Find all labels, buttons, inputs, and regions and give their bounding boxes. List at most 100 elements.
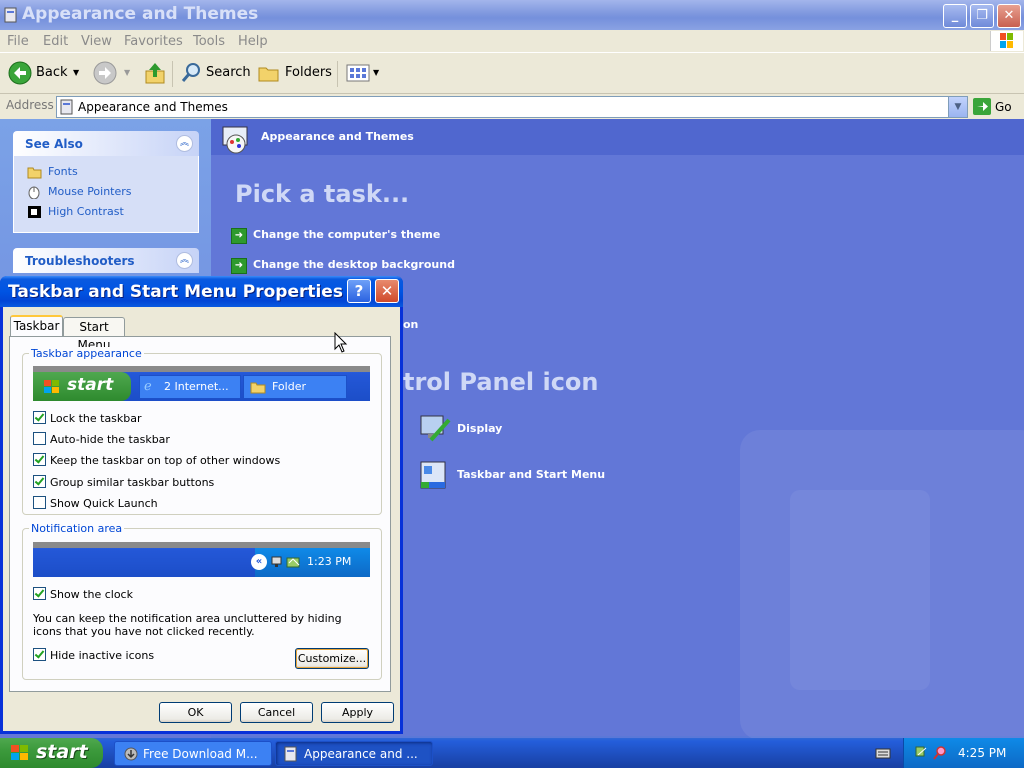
ie-icon: ℯ (144, 379, 152, 394)
back-dropdown-icon[interactable]: ▼ (73, 68, 79, 77)
forward-arrow-icon[interactable] (93, 61, 117, 85)
troubleshooters-header[interactable]: Troubleshooters ︽ (13, 248, 199, 273)
notification-area-label: Notification area (29, 522, 125, 535)
keep-on-top-checkbox[interactable]: Keep the taskbar on top of other windows (33, 453, 280, 467)
taskbar-clock: 4:25 PM (958, 746, 1007, 760)
start-button[interactable]: start (0, 738, 103, 768)
menu-help[interactable]: Help (238, 34, 268, 49)
display-cpl-link[interactable]: Display (419, 414, 619, 444)
taskbar-start-menu-icon (419, 460, 451, 492)
menu-file[interactable]: File (7, 34, 29, 49)
tab-taskbar[interactable]: Taskbar (10, 315, 63, 336)
sidebar-item-high-contrast[interactable]: High Contrast (27, 205, 124, 223)
go-arrow-icon[interactable] (973, 98, 991, 115)
address-dropdown-icon[interactable]: ▼ (948, 97, 967, 117)
close-button[interactable]: ✕ (997, 4, 1021, 28)
customize-button[interactable]: Customize... (295, 648, 369, 669)
help-button[interactable]: ? (347, 279, 371, 303)
task-partial-label[interactable]: on (403, 318, 418, 331)
dialog-title: Taskbar and Start Menu Properties (8, 282, 343, 302)
show-hidden-icons-icon: « (251, 554, 267, 570)
back-button[interactable]: Back (36, 65, 68, 80)
taskbar-start-menu-cpl-link[interactable]: Taskbar and Start Menu (419, 460, 639, 492)
keyboard-icon[interactable] (875, 746, 891, 760)
watermark-graphic (790, 490, 930, 690)
menu-view[interactable]: View (81, 34, 112, 49)
control-panel-icon (284, 746, 298, 762)
network-tray-icon[interactable] (914, 745, 930, 761)
maximize-button[interactable]: ❐ (970, 4, 994, 28)
toolbar-separator (172, 61, 173, 87)
lock-taskbar-checkbox[interactable]: Lock the taskbar (33, 411, 142, 425)
go-button[interactable]: Go (995, 100, 1012, 114)
menu-favorites[interactable]: Favorites (124, 34, 183, 49)
tab-start-menu[interactable]: Start Menu (63, 317, 125, 352)
control-panel-icon (4, 7, 18, 23)
collapse-chevron-icon[interactable]: ︽ (176, 252, 193, 269)
menu-bar: File Edit View Favorites Tools Help (0, 30, 1024, 53)
address-value: Appearance and Themes (78, 100, 228, 114)
quick-launch-checkbox[interactable]: Show Quick Launch (33, 496, 158, 510)
folders-icon[interactable] (258, 63, 280, 83)
see-also-panel: Fonts Mouse Pointers High Contrast (13, 156, 199, 233)
see-also-header[interactable]: See Also ︽ (13, 131, 199, 156)
minimize-button[interactable]: _ (943, 4, 967, 28)
apply-button[interactable]: Apply (321, 702, 394, 723)
mouse-icon (27, 185, 42, 200)
appearance-themes-icon (220, 124, 254, 156)
control-panel-icon-heading: trol Panel icon (403, 368, 599, 396)
collapse-chevron-icon[interactable]: ︽ (176, 135, 193, 152)
sidebar-item-fonts[interactable]: Fonts (27, 165, 78, 183)
notification-description: You can keep the notification area unclu… (33, 612, 342, 638)
auto-hide-checkbox[interactable]: Auto-hide the taskbar (33, 432, 170, 446)
cancel-button[interactable]: Cancel (240, 702, 313, 723)
back-arrow-icon[interactable] (8, 61, 32, 85)
notification-preview: « 1:23 PM (33, 542, 370, 577)
window-titlebar[interactable]: Appearance and Themes _ ❐ ✕ (0, 0, 1024, 30)
green-arrow-icon: ➜ (231, 258, 247, 274)
forward-dropdown-icon[interactable]: ▼ (124, 68, 130, 77)
toolbar-separator (337, 61, 338, 87)
content-header-title: Appearance and Themes (261, 130, 414, 143)
preview-tray: « 1:23 PM (251, 548, 370, 577)
ok-button[interactable]: OK (159, 702, 232, 723)
preview-start-button: start (33, 372, 131, 401)
dialog-close-button[interactable]: ✕ (375, 279, 399, 303)
up-folder-icon[interactable] (144, 61, 166, 85)
tray-app-icon (286, 555, 302, 569)
network-icon (271, 555, 285, 569)
taskbar-task-appearance[interactable]: Appearance and ... (275, 741, 433, 766)
search-icon[interactable] (180, 62, 202, 84)
address-input[interactable]: Appearance and Themes ▼ (56, 96, 968, 118)
address-label: Address (6, 98, 54, 112)
folder-icon (250, 380, 266, 394)
preview-task-folder: Folder (243, 375, 347, 399)
views-dropdown-icon[interactable]: ▼ (373, 68, 379, 77)
windows-logo-icon (43, 379, 61, 395)
taskbar-task-free-download[interactable]: Free Download M... (114, 741, 272, 766)
search-button[interactable]: Search (206, 65, 251, 80)
show-clock-checkbox[interactable]: Show the clock (33, 587, 133, 601)
sidebar-item-mouse-pointers[interactable]: Mouse Pointers (27, 185, 132, 203)
pick-task-heading: Pick a task... (235, 180, 410, 208)
display-icon (419, 414, 451, 444)
window-title: Appearance and Themes (22, 4, 259, 24)
system-tray: 4:25 PM (903, 738, 1024, 768)
search-tray-icon[interactable] (932, 745, 948, 761)
menu-edit[interactable]: Edit (43, 34, 68, 49)
taskbar-preview: start ℯ 2 Internet... Folder (33, 366, 370, 401)
folder-icon (27, 165, 42, 179)
menu-tools[interactable]: Tools (193, 34, 225, 49)
control-panel-icon (60, 99, 74, 115)
download-manager-icon (123, 746, 139, 762)
folders-button[interactable]: Folders (285, 65, 332, 80)
hide-inactive-checkbox[interactable]: Hide inactive icons (33, 648, 154, 662)
mouse-cursor-icon (334, 331, 348, 354)
group-buttons-checkbox[interactable]: Group similar taskbar buttons (33, 475, 214, 489)
preview-task-internet: ℯ 2 Internet... (139, 375, 241, 399)
see-also-title: See Also (25, 137, 83, 151)
dialog-titlebar[interactable]: Taskbar and Start Menu Properties (0, 276, 403, 307)
troubleshooters-title: Troubleshooters (25, 254, 135, 268)
views-icon[interactable] (346, 63, 370, 83)
windows-logo-icon (990, 31, 1023, 51)
